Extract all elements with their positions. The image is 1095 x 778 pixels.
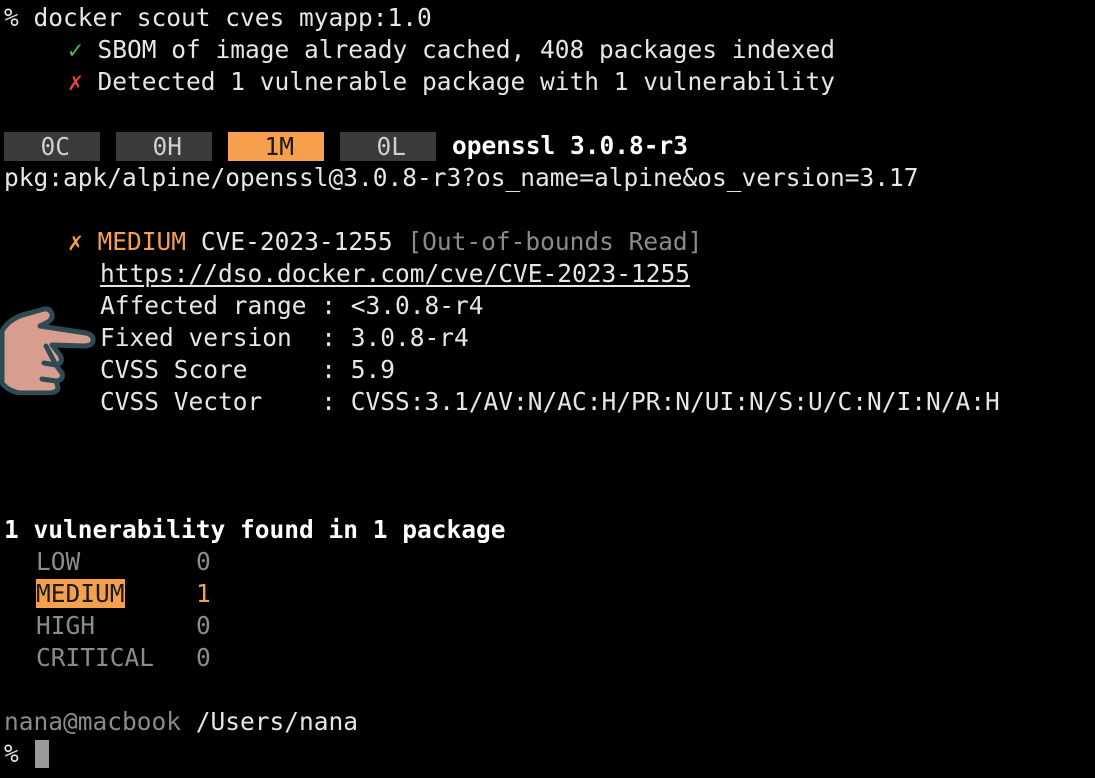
summary-count: 1 (196, 579, 211, 608)
status-line-detected: ✗ Detected 1 vulnerable package with 1 v… (4, 66, 1095, 98)
cve-detail-vector: CVSS Vector : CVSS:3.1/AV:N/AC:H/PR:N/UI… (100, 387, 1000, 416)
command-line: % docker scout cves myapp:1.0 (4, 2, 1095, 34)
high-count-badge: 0H (116, 131, 212, 161)
cve-type: [Out-of-bounds Read] (407, 227, 703, 256)
cve-id: CVE-2023-1255 (200, 227, 393, 256)
low-count-badge: 0L (340, 131, 436, 161)
summary-row-medium: MEDIUM 1 (4, 578, 1095, 610)
prompt-symbol: % (4, 3, 19, 32)
summary-row-low: LOW 0 (4, 546, 1095, 578)
summary-title: 1 vulnerability found in 1 package (4, 515, 506, 544)
detail-value: 5.9 (350, 355, 396, 384)
detail-key: Affected range (100, 291, 307, 320)
summary-row-high: HIGH 0 (4, 610, 1095, 642)
package-purl: pkg:apk/alpine/openssl@3.0.8-r3?os_name=… (4, 163, 919, 192)
cve-link[interactable]: https://dso.docker.com/cve/CVE-2023-1255 (100, 258, 690, 290)
cve-detail-affected: Affected range : <3.0.8-r4 (100, 291, 484, 320)
summary-row-critical: CRITICAL 0 (4, 642, 1095, 674)
prompt-symbol: % (4, 739, 19, 768)
pointing-hand-icon (0, 306, 96, 395)
cross-icon: ✗ (68, 67, 83, 96)
status-text: Detected 1 vulnerable package with 1 vul… (97, 67, 836, 96)
summary-count: 0 (196, 643, 211, 672)
detail-value: <3.0.8-r4 (350, 291, 484, 320)
detail-key: Fixed version (100, 323, 307, 352)
detail-value: 3.0.8-r4 (350, 323, 469, 352)
status-text: SBOM of image already cached, 408 packag… (97, 35, 836, 64)
check-icon: ✓ (68, 35, 83, 64)
cve-header: ✗ MEDIUM CVE-2023-1255 [Out-of-bounds Re… (4, 226, 1095, 258)
detail-value: CVSS:3.1/AV:N/AC:H/PR:N/UI:N/S:U/C:N/I:N… (350, 387, 1000, 416)
text-cursor[interactable] (34, 740, 49, 768)
cve-detail-score: CVSS Score : 5.9 (100, 355, 396, 384)
package-name: openssl 3.0.8-r3 (452, 131, 689, 160)
cross-icon: ✗ (68, 227, 83, 256)
medium-count-badge: 1M (228, 131, 324, 161)
summary-count: 0 (196, 547, 211, 576)
shell-input-line[interactable]: % (4, 738, 1095, 770)
summary-count: 0 (196, 611, 211, 640)
command-text: docker scout cves myapp:1.0 (33, 3, 432, 32)
summary-label: CRITICAL (36, 643, 155, 672)
severity-badge-row: 0C 0H 1M 0L openssl 3.0.8-r3 (4, 130, 1095, 162)
current-directory: /Users/nana (195, 707, 359, 736)
user-host: nana@macbook (4, 707, 182, 736)
detail-key: CVSS Score (100, 355, 307, 384)
shell-prompt-info: nana@macbook /Users/nana (4, 706, 1095, 738)
detail-key: CVSS Vector (100, 387, 307, 416)
summary-label: LOW (36, 547, 81, 576)
status-line-sbom: ✓ SBOM of image already cached, 408 pack… (4, 34, 1095, 66)
cve-severity: MEDIUM (97, 227, 187, 256)
summary-label: MEDIUM (36, 579, 125, 608)
summary-label: HIGH (36, 611, 96, 640)
cve-link-line: https://dso.docker.com/cve/CVE-2023-1255 (4, 258, 1095, 290)
terminal-output: % docker scout cves myapp:1.0 ✓ SBOM of … (4, 2, 1095, 770)
critical-count-badge: 0C (4, 131, 100, 161)
cve-detail-fixed: Fixed version : 3.0.8-r4 (100, 323, 469, 352)
